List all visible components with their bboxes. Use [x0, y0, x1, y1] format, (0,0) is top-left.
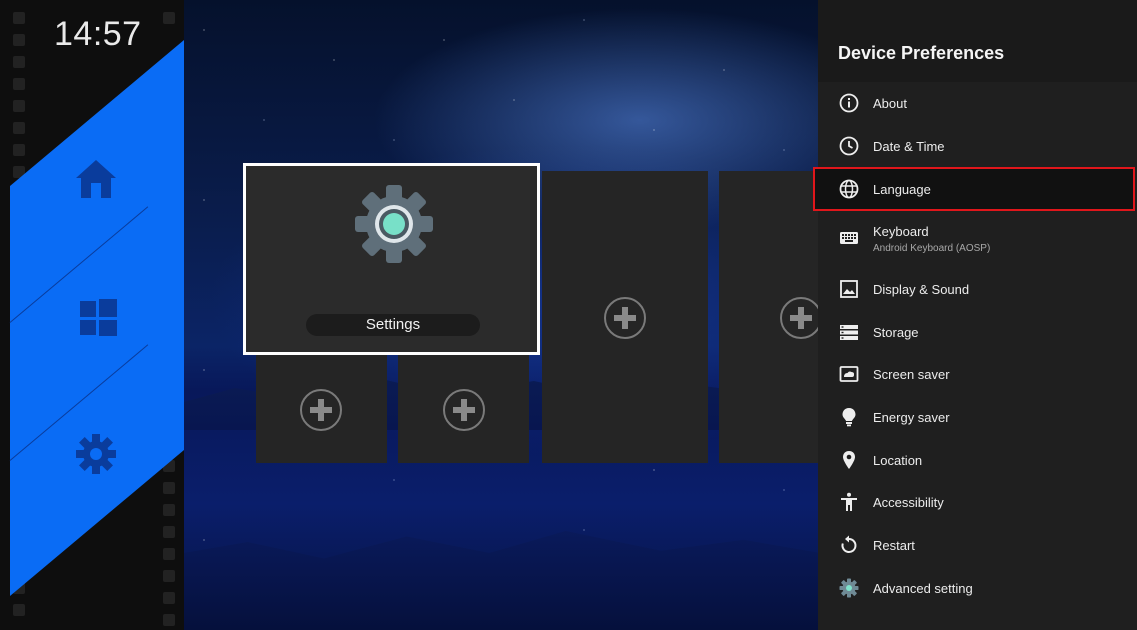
menu-item-label: Restart — [873, 538, 915, 553]
menu-item-keyboard[interactable]: Keyboard Android Keyboard (AOSP) — [818, 218, 1137, 260]
app-tile-empty[interactable] — [398, 355, 529, 463]
restart-icon — [841, 535, 857, 553]
gear-icon[interactable] — [74, 432, 118, 476]
menu-item-date-time[interactable]: Date & Time — [818, 125, 1137, 167]
screensaver-icon — [839, 366, 859, 382]
menu-item-advanced-setting[interactable]: Advanced setting — [818, 567, 1137, 609]
menu-item-label: Keyboard — [873, 224, 929, 239]
menu-item-location[interactable]: Location — [818, 439, 1137, 481]
menu-item-screen-saver[interactable]: Screen saver — [818, 353, 1137, 395]
keyboard-icon — [840, 232, 858, 244]
add-circle-icon — [443, 389, 485, 431]
menu-item-sublabel: Android Keyboard (AOSP) — [873, 243, 991, 254]
storage-icon — [840, 325, 858, 340]
menu-item-label: Energy saver — [873, 410, 950, 425]
globe-icon — [839, 179, 859, 199]
clock: 14:57 — [54, 15, 142, 53]
add-circle-icon — [300, 389, 342, 431]
menu-item-label: Accessibility — [873, 495, 944, 510]
menu-item-label: Language — [873, 182, 931, 197]
menu-item-energy-saver[interactable]: Energy saver — [818, 396, 1137, 438]
settings-app-tile[interactable]: Settings — [243, 163, 540, 355]
accessibility-icon — [841, 492, 857, 511]
app-tile-empty[interactable] — [719, 171, 818, 463]
app-tile-empty[interactable] — [542, 171, 708, 463]
apps-grid-icon[interactable] — [77, 296, 121, 340]
home-icon[interactable] — [74, 157, 118, 201]
add-circle-icon — [604, 297, 646, 339]
image-icon — [840, 280, 858, 298]
menu-item-label: Screen saver — [873, 367, 950, 382]
gear-icon — [839, 578, 859, 598]
menu-item-label: Storage — [873, 325, 919, 340]
menu-item-label: Display & Sound — [873, 282, 970, 297]
menu-item-label: Location — [873, 453, 923, 468]
panel-title: Device Preferences — [838, 43, 1005, 63]
menu-item-label: Advanced setting — [873, 581, 973, 596]
app-tile-empty[interactable] — [256, 355, 387, 463]
menu-item-language[interactable]: Language — [818, 168, 1137, 210]
lightbulb-icon — [842, 408, 856, 427]
menu-item-label: About — [873, 96, 907, 111]
menu-item-display-sound[interactable]: Display & Sound — [818, 268, 1137, 310]
location-pin-icon — [843, 451, 855, 469]
panel-header: Device Preferences — [818, 0, 1137, 82]
add-circle-icon — [780, 297, 818, 339]
menu-item-storage[interactable]: Storage — [818, 311, 1137, 353]
menu-item-label: Date & Time — [873, 139, 945, 154]
menu-item-about[interactable]: About — [818, 82, 1137, 124]
menu-item-accessibility[interactable]: Accessibility — [818, 481, 1137, 523]
menu-item-restart[interactable]: Restart — [818, 524, 1137, 566]
info-icon — [839, 93, 859, 113]
clock-icon — [839, 136, 859, 156]
settings-tile-label: Settings — [306, 314, 480, 336]
settings-gear-icon — [355, 185, 433, 263]
